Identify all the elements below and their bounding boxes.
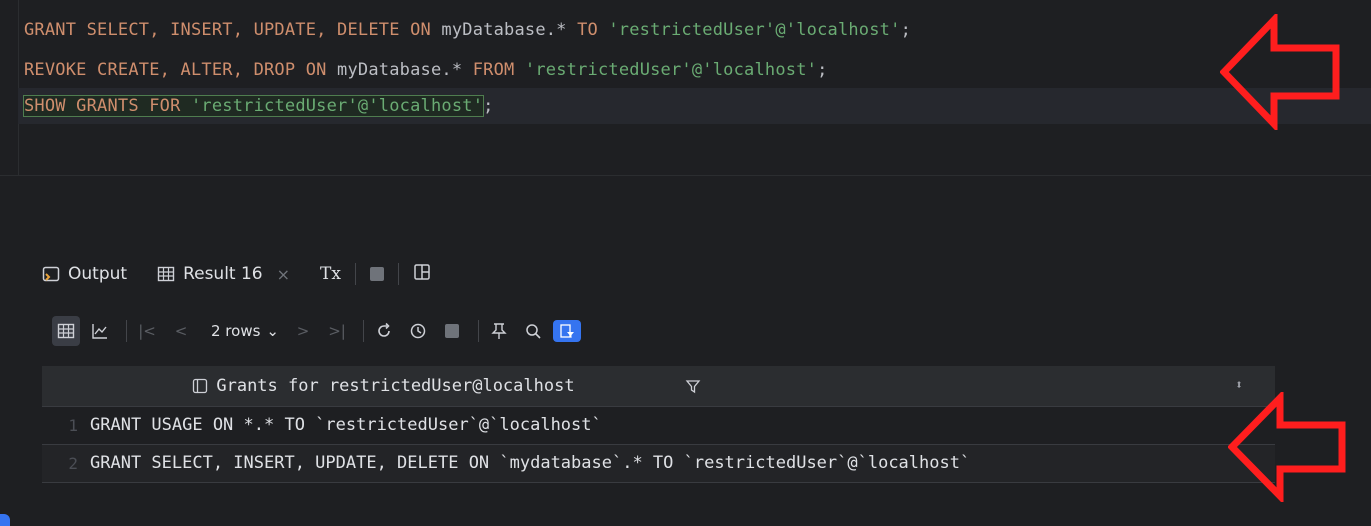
- grant-cell[interactable]: GRANT SELECT, INSERT, UPDATE, DELETE ON …: [90, 445, 970, 482]
- keyword-text: FROM: [472, 60, 515, 80]
- services-tool-window: Output Result 16 × Tx |< < 2 rows ⌄ > >|…: [0, 232, 1371, 526]
- editor-divider: [0, 175, 1371, 176]
- status-indicator: [0, 514, 10, 526]
- refresh-icon[interactable]: [370, 316, 398, 346]
- layout-icon[interactable]: [413, 263, 431, 286]
- string-literal: 'restrictedUser'@'localhost': [524, 60, 818, 80]
- table-grid-icon: [157, 265, 175, 283]
- red-arrow-left-icon: [1228, 392, 1346, 502]
- stop-icon[interactable]: [369, 267, 384, 281]
- stop-query-icon[interactable]: [438, 316, 466, 346]
- pin-icon[interactable]: [485, 316, 513, 346]
- keyword-text: GRANT SELECT, INSERT, UPDATE, DELETE ON: [24, 20, 431, 40]
- chevron-down-icon: ⌄: [266, 322, 279, 340]
- toolbar-separator: [354, 263, 356, 285]
- object-text: myDatabase.*: [326, 60, 473, 80]
- next-page-icon[interactable]: >: [289, 316, 317, 346]
- filter-view-icon[interactable]: [553, 320, 581, 342]
- tab-output[interactable]: Output: [42, 254, 127, 294]
- tab-result-16[interactable]: Result 16 ×: [157, 254, 290, 294]
- row-number: 2: [68, 454, 78, 473]
- table-row[interactable]: 2 GRANT SELECT, INSERT, UPDATE, DELETE O…: [42, 445, 1275, 483]
- tool-tabs: Output Result 16 × Tx: [42, 254, 431, 294]
- code-line-3-current[interactable]: SHOW GRANTS FOR 'restrictedUser'@'localh…: [18, 88, 1371, 124]
- editor-gutter: [0, 0, 19, 175]
- rows-count-label: 2 rows: [211, 322, 261, 340]
- sql-editor[interactable]: GRANT SELECT, INSERT, UPDATE, DELETE ON …: [0, 0, 1371, 232]
- keyword-text: TO: [577, 20, 598, 40]
- string-literal: 'restrictedUser'@'localhost': [608, 20, 901, 40]
- row-number: 1: [68, 416, 78, 435]
- output-console-icon: [42, 265, 60, 283]
- toolbar-separator: [397, 263, 399, 285]
- red-arrow-left-icon: [1220, 14, 1340, 130]
- tab-output-label: Output: [68, 264, 128, 284]
- last-page-icon[interactable]: >|: [323, 316, 351, 346]
- keyword-text: SHOW GRANTS FOR: [24, 96, 181, 116]
- clock-icon[interactable]: [404, 316, 432, 346]
- object-text: myDatabase.*: [430, 20, 578, 40]
- result-grid: Grants for restrictedUser@localhost ⬍ 1 …: [42, 366, 1275, 483]
- keyword-text: REVOKE CREATE, ALTER, DROP ON: [24, 60, 327, 80]
- table-row[interactable]: 1 GRANT USAGE ON *.* TO `restrictedUser`…: [42, 407, 1275, 445]
- toolbar-separator: [478, 320, 479, 342]
- column-header[interactable]: Grants for restrictedUser@localhost: [90, 366, 701, 406]
- rows-dropdown[interactable]: 2 rows ⌄: [211, 322, 279, 340]
- highlighted-statement: SHOW GRANTS FOR 'restrictedUser'@'localh…: [22, 95, 485, 117]
- grant-cell[interactable]: GRANT USAGE ON *.* TO `restrictedUser`@`…: [90, 407, 602, 444]
- search-icon[interactable]: [519, 316, 547, 346]
- grid-header: Grants for restrictedUser@localhost ⬍: [42, 366, 1275, 407]
- close-tab-icon[interactable]: ×: [277, 265, 290, 284]
- table-view-icon[interactable]: [52, 316, 80, 346]
- toolbar-separator: [363, 320, 364, 342]
- code-line-2[interactable]: REVOKE CREATE, ALTER, DROP ON myDatabase…: [24, 57, 828, 83]
- code-line-1[interactable]: GRANT SELECT, INSERT, UPDATE, DELETE ON …: [24, 17, 911, 43]
- transaction-icon[interactable]: Tx: [320, 264, 341, 284]
- string-literal: 'restrictedUser'@'localhost': [190, 96, 484, 116]
- column-header-label: Grants for restrictedUser@localhost: [216, 376, 575, 396]
- tab-result-label: Result 16: [183, 264, 263, 284]
